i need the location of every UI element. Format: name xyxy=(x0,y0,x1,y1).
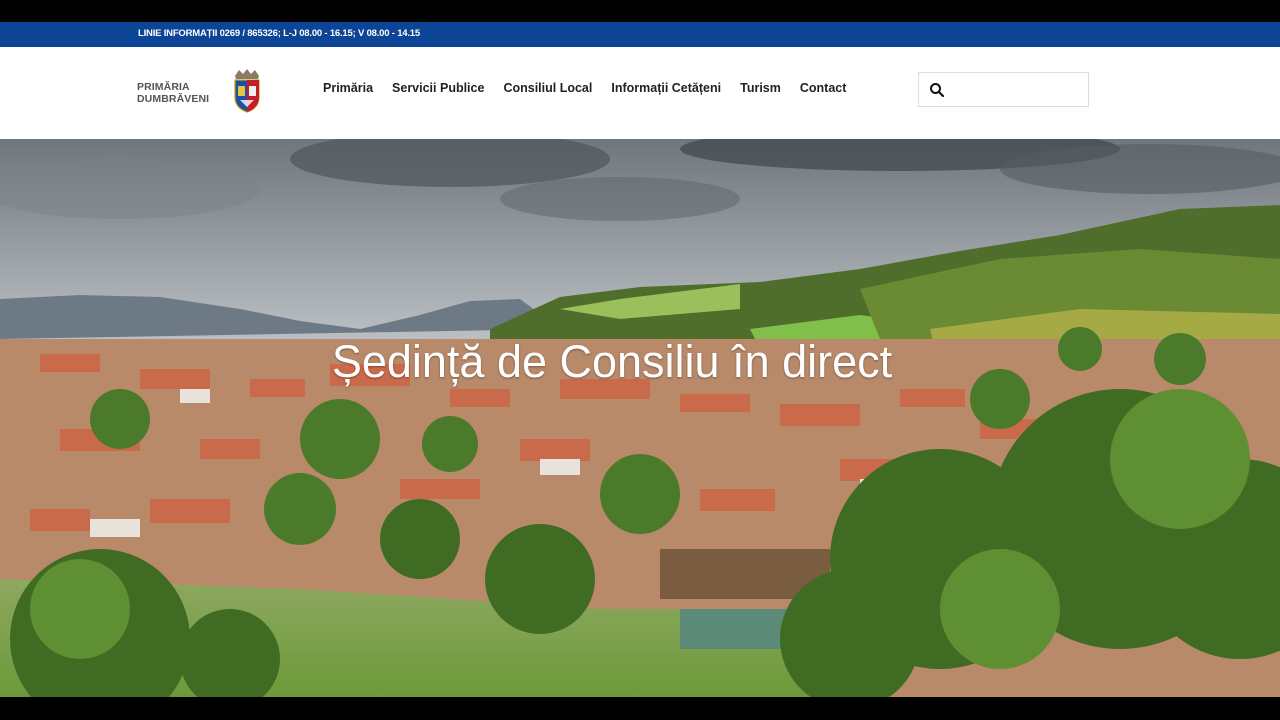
nav-item-servicii-publice[interactable]: Servicii Publice xyxy=(392,81,484,95)
brand-line-2: DUMBRĂVENI xyxy=(137,93,210,105)
info-bar: LINIE INFORMAȚII 0269 / 865326; L-J 08.0… xyxy=(0,22,1280,47)
nav-item-contact[interactable]: Contact xyxy=(800,81,847,95)
video-letterbox-bottom xyxy=(0,697,1280,720)
hero-banner: Ședință de Consiliu în direct xyxy=(0,139,1280,697)
main-navigation: Primăria Servicii Publice Consiliul Loca… xyxy=(323,81,865,95)
search-box xyxy=(918,72,1089,107)
search-input[interactable] xyxy=(951,77,1083,103)
nav-item-primaria[interactable]: Primăria xyxy=(323,81,373,95)
site-header: PRIMĂRIA DUMBRĂVENI Primăria Servicii Pu… xyxy=(0,47,1280,139)
video-letterbox-top xyxy=(0,0,1280,22)
brand-line-1: PRIMĂRIA xyxy=(137,81,190,93)
nav-item-turism[interactable]: Turism xyxy=(740,81,781,95)
site-logo-text[interactable]: PRIMĂRIA DUMBRĂVENI xyxy=(137,81,209,105)
hero-title[interactable]: Ședință de Consiliu în direct xyxy=(0,336,1224,388)
town-crest-icon[interactable] xyxy=(232,67,262,113)
search-icon[interactable] xyxy=(929,82,945,98)
nav-item-informatii-cetateni[interactable]: Informații Cetățeni xyxy=(611,81,721,95)
nav-item-consiliul-local[interactable]: Consiliul Local xyxy=(503,81,592,95)
village-landscape-image xyxy=(0,139,1280,697)
info-hotline-text: LINIE INFORMAȚII 0269 / 865326; L-J 08.0… xyxy=(138,28,420,39)
